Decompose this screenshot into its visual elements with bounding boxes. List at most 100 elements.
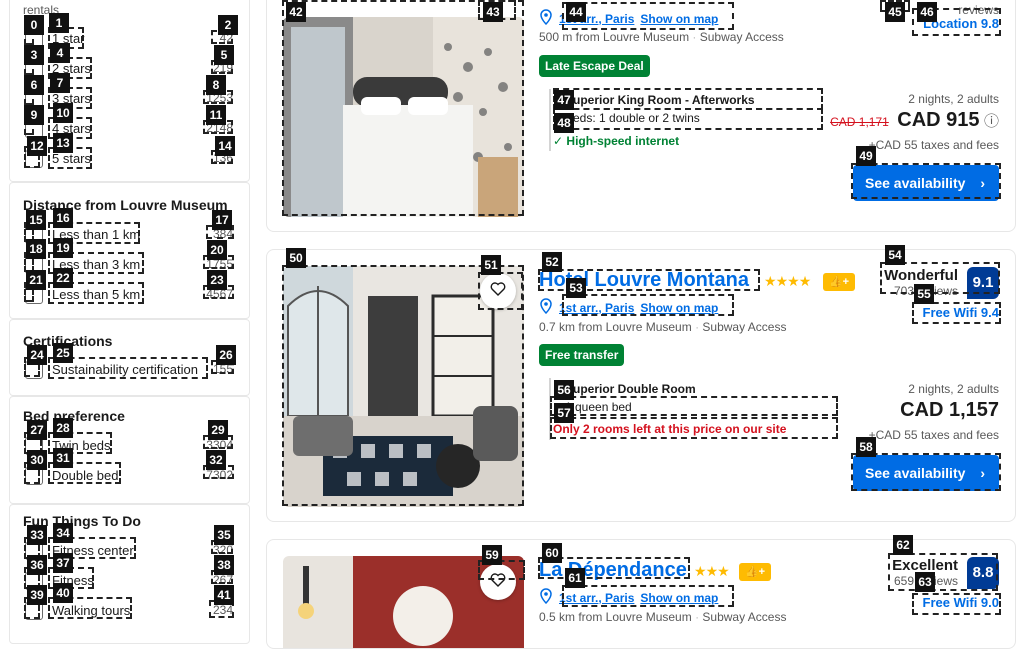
filter-count-double-bed: 7302 — [206, 468, 233, 482]
annotation-marker-8: 8 — [206, 75, 226, 95]
annotation-marker-28: 28 — [53, 418, 73, 438]
annotation-marker-7: 7 — [50, 73, 70, 93]
star-icon: ★ — [717, 563, 730, 579]
annotation-marker-4: 4 — [50, 43, 70, 63]
annotation-marker-44: 44 — [566, 2, 586, 22]
info-icon[interactable]: ⓘ — [984, 113, 999, 130]
annotation-marker-57: 57 — [554, 403, 574, 423]
chevron-right-icon: › — [980, 465, 985, 481]
deal-badge-1: Late Escape Deal — [539, 55, 650, 77]
property-photo-1[interactable] — [283, 17, 524, 217]
annotation-marker-12: 12 — [27, 136, 47, 156]
map-pin-icon — [539, 298, 553, 317]
price-row-1: CAD 1,171 CAD 915 ⓘ — [830, 109, 999, 132]
taxes-row-1: +CAD 55 taxes and fees — [868, 138, 999, 152]
annotation-marker-39: 39 — [27, 585, 47, 605]
annotation-marker-1: 1 — [49, 13, 69, 33]
annotation-marker-26: 26 — [216, 345, 236, 365]
annotation-marker-52: 52 — [542, 252, 562, 272]
availability-warning-2: Only 2 rooms left at this price on our s… — [553, 422, 787, 436]
annotation-marker-58: 58 — [856, 437, 876, 457]
annotation-marker-62: 62 — [893, 535, 913, 555]
property-card-2: Hotel Louvre Montana ★★★★ 👍+ 1st arr., P… — [266, 249, 1016, 522]
review-score-badge-2[interactable]: 9.1 — [967, 267, 999, 299]
bed-info-2: 1 queen bed — [565, 400, 632, 414]
annotation-marker-55: 55 — [914, 284, 934, 304]
annotation-marker-56: 56 — [554, 380, 574, 400]
show-on-map-link-1[interactable]: Show on map — [640, 12, 718, 26]
annotation-marker-42: 42 — [286, 2, 306, 22]
annotation-marker-31: 31 — [53, 448, 73, 468]
annotation-marker-48: 48 — [554, 113, 574, 133]
annotation-marker-59: 59 — [482, 545, 502, 565]
annotation-marker-38: 38 — [214, 555, 234, 575]
preferred-partner-badge-3: 👍+ — [739, 563, 771, 581]
location-row-3: 1st arr., Paris Show on map — [539, 588, 718, 607]
annotation-marker-6: 6 — [24, 75, 44, 95]
filter-label-less-than-5-km: Less than 5 km — [52, 287, 141, 302]
star-icon: ★ — [787, 273, 800, 289]
annotation-marker-54: 54 — [885, 245, 905, 265]
star-icon: ★ — [798, 273, 812, 289]
annotation-marker-37: 37 — [53, 553, 73, 573]
see-availability-button-2[interactable]: See availability › — [853, 455, 999, 491]
annotation-marker-16: 16 — [53, 208, 73, 228]
annotation-marker-41: 41 — [214, 585, 234, 605]
distance-text-1: 500 m from Louvre Museum — [539, 30, 690, 44]
filter-label-sustainability: Sustainability certification — [52, 362, 198, 377]
check-icon: ✓ — [553, 134, 564, 148]
heart-icon — [490, 281, 506, 301]
distance-text-2: 0.7 km from Louvre Museum — [539, 320, 692, 334]
annotation-marker-15: 15 — [26, 210, 46, 230]
current-price-1: CAD 915 — [897, 109, 980, 131]
star-icon: ★ — [775, 273, 789, 289]
filter-count-walking-tours: 234 — [212, 603, 233, 617]
bed-info-1: Beds: 1 double or 2 twins — [565, 111, 700, 125]
annotation-marker-5: 5 — [214, 45, 234, 65]
annotation-marker-34: 34 — [53, 523, 73, 543]
annotation-marker-21: 21 — [26, 270, 46, 290]
annotation-marker-2: 2 — [218, 15, 238, 35]
annotation-marker-33: 33 — [27, 525, 47, 545]
district-link-2[interactable]: 1st arr., Paris — [559, 301, 634, 315]
annotation-marker-22: 22 — [53, 268, 73, 288]
save-to-wishlist-button-2[interactable] — [480, 273, 516, 309]
annotation-marker-19: 19 — [53, 238, 73, 258]
annotation-marker-13: 13 — [53, 133, 73, 153]
show-on-map-link-3[interactable]: Show on map — [640, 591, 718, 605]
annotation-marker-18: 18 — [26, 239, 46, 259]
district-link-3[interactable]: 1st arr., Paris — [559, 591, 634, 605]
annotation-marker-53: 53 — [566, 278, 586, 298]
save-to-wishlist-button-3[interactable] — [480, 564, 516, 600]
perk-row-1: ✓ High-speed internet — [553, 134, 679, 148]
distance-row-2: 0.7 km from Louvre Museum · Subway Acces… — [539, 320, 787, 334]
star-icon: ★ — [694, 563, 707, 579]
distance-text-3: 0.5 km from Louvre Museum — [539, 610, 692, 624]
room-divider-2 — [549, 378, 551, 440]
see-availability-button-1[interactable]: See availability › — [853, 165, 999, 201]
preferred-partner-badge-2: 👍+ — [823, 273, 855, 291]
annotation-marker-25: 25 — [53, 343, 73, 363]
location-row-2: 1st arr., Paris Show on map — [539, 298, 718, 317]
annotation-marker-47: 47 — [554, 90, 574, 110]
price-row-2: CAD 1,157 — [900, 399, 999, 422]
annotation-marker-23: 23 — [207, 270, 227, 290]
annotation-marker-49: 49 — [856, 146, 876, 166]
transit-text-3: Subway Access — [702, 610, 787, 624]
transit-text-2: Subway Access — [702, 320, 787, 334]
distance-row-1: 500 m from Louvre Museum · Subway Access — [539, 30, 784, 44]
review-score-badge-3[interactable]: 8.8 — [967, 557, 999, 589]
room-divider-1 — [549, 89, 551, 151]
distance-row-3: 0.5 km from Louvre Museum · Subway Acces… — [539, 610, 787, 624]
annotation-marker-3: 3 — [24, 45, 44, 65]
star-rating-icons-2: ★★★★ — [764, 273, 812, 290]
current-price-2: CAD 1,157 — [900, 399, 999, 421]
annotation-marker-40: 40 — [53, 583, 73, 603]
filter-label-5-stars: 5 stars — [52, 151, 92, 166]
stay-length-2: 2 nights, 2 adults — [908, 382, 999, 396]
room-type-1: Superior King Room - Afterworks — [565, 93, 755, 107]
annotation-marker-35: 35 — [214, 525, 234, 545]
show-on-map-link-2[interactable]: Show on map — [640, 301, 718, 315]
annotation-marker-45: 45 — [885, 2, 905, 22]
annotation-marker-10: 10 — [53, 103, 73, 123]
